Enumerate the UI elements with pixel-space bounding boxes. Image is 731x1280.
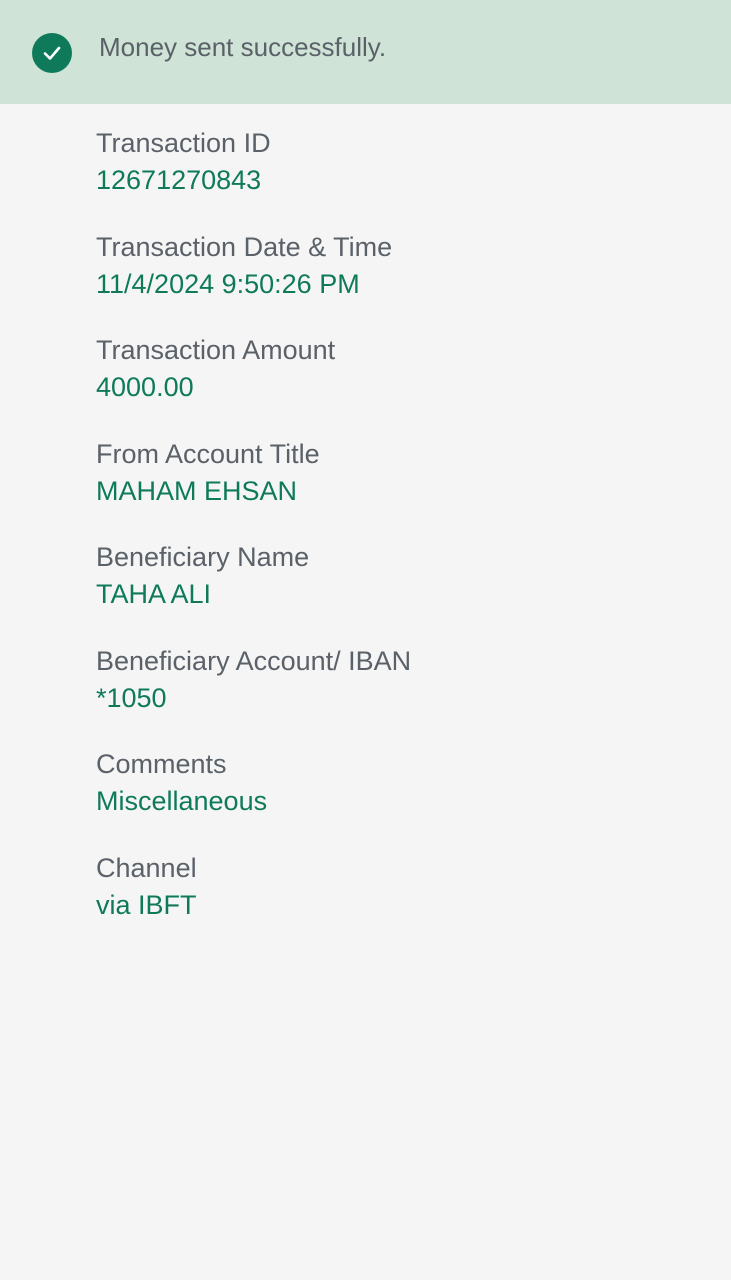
field-from-account-title: From Account Title MAHAM EHSAN [96,437,320,508]
field-channel: Channel via IBFT [96,851,197,922]
field-label: Transaction ID [96,128,271,158]
field-comments: Comments Miscellaneous [96,747,267,818]
field-beneficiary-name: Beneficiary Name TAHA ALI [96,540,309,611]
success-banner: Money sent successfully. [0,0,731,104]
field-value: via IBFT [96,890,197,920]
field-transaction-date-time: Transaction Date & Time 11/4/2024 9:50:2… [96,230,392,301]
field-value: Miscellaneous [96,786,268,816]
field-label: Beneficiary Name [96,542,310,572]
field-value: MAHAM EHSAN [96,476,298,506]
field-label: Comments [96,749,227,779]
field-value: 4000.00 [96,372,194,402]
field-label: Channel [96,853,197,883]
field-label: Transaction Date & Time [96,232,393,262]
success-message: Money sent successfully. [99,32,387,62]
check-circle-icon [32,33,72,73]
field-transaction-amount: Transaction Amount 4000.00 [96,333,335,404]
field-label: Beneficiary Account/ IBAN [96,646,412,676]
field-value: *1050 [96,683,167,713]
field-value: 11/4/2024 9:50:26 PM [96,269,360,299]
field-label: Transaction Amount [96,335,336,365]
field-beneficiary-account-iban: Beneficiary Account/ IBAN *1050 [96,644,411,715]
field-value: 12671270843 [96,165,262,195]
field-label: From Account Title [96,439,320,469]
field-value: TAHA ALI [96,579,212,609]
field-transaction-id: Transaction ID 12671270843 [96,126,271,197]
